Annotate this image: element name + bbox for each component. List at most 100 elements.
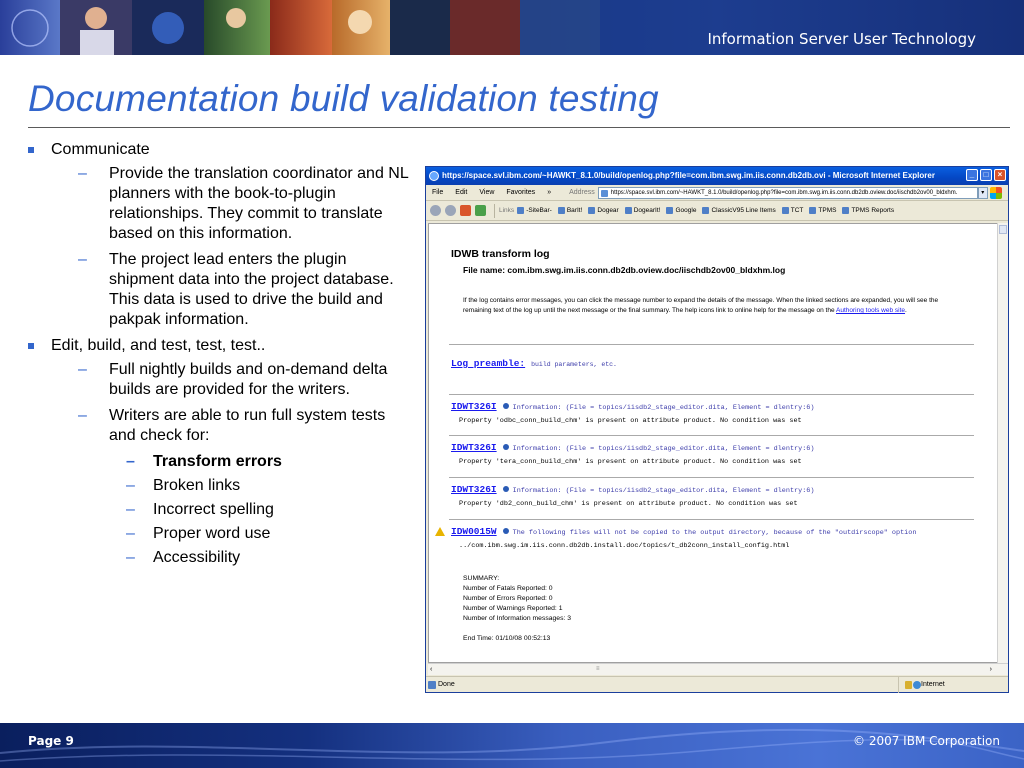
toolbar-separator [494,203,495,218]
message-head: Information: (File = topics/iisdb2_stage… [512,445,815,453]
page-number: Page 9 [28,734,74,748]
address-label: Address [569,188,595,196]
message-code-link[interactable]: IDWT326I [451,484,497,495]
slide-title: Documentation build validation testing [28,78,659,119]
link-tpms[interactable]: TPMS [809,201,836,220]
log-divider [449,344,974,345]
summary-line: Number of Information messages: 3 [463,615,572,622]
browser-toolbar: Links -SiteBar- BarIt! Dogear DogearIt! … [426,201,1008,221]
refresh-icon[interactable] [475,205,486,216]
banner-title: Information Server User Technology [707,30,976,48]
dash-marker: – [78,165,87,182]
sub-bullet-text: Provide the translation coordinator and … [109,165,409,242]
link-google[interactable]: Google [666,201,696,220]
log-preamble-link[interactable]: Log preamble: [451,358,525,369]
message-head: Information: (File = topics/iisdb2_stage… [512,487,815,495]
message-code-link[interactable]: IDWT326I [451,442,497,453]
browser-status-bar: Done Internet [426,676,1008,693]
vertical-scrollbar[interactable] [997,223,1008,663]
status-text: Done [438,681,455,688]
scroll-right-icon[interactable]: › [990,664,992,675]
scroll-grip-icon[interactable]: ≡ [596,664,600,675]
log-message: IDWT326I Information: (File = topics/iisd… [451,401,981,425]
summary-line: Number of Warnings Reported: 1 [463,605,563,612]
scroll-left-icon[interactable]: ‹ [430,664,432,675]
maximize-icon[interactable]: □ [980,169,992,181]
menu-view[interactable]: View [479,185,494,201]
minimize-icon[interactable]: _ [966,169,978,181]
menu-file[interactable]: File [432,185,443,201]
help-icon[interactable] [502,486,509,493]
forward-icon[interactable] [445,205,456,216]
sub-bullet: – Provide the translation coordinator and… [28,164,413,244]
security-zone: Internet [898,677,1008,693]
scroll-up-arrow[interactable] [999,225,1007,234]
page-done-icon [428,681,436,689]
log-divider [449,477,974,478]
message-body: Property 'odbc_conn_build_chm' is presen… [459,417,802,425]
dash-marker: – [78,251,87,268]
summary-line: SUMMARY: [463,575,500,582]
link-dogear[interactable]: Dogear [588,201,618,220]
link-tpms-reports[interactable]: TPMS Reports [842,201,894,220]
link-classic-line-items[interactable]: ClassicV95 Line Items [702,201,775,220]
log-divider [449,394,974,395]
log-divider [449,435,974,436]
bullet-edit-build-test: Edit, build, and test, test, test.. [28,336,413,356]
close-icon[interactable]: × [994,169,1006,181]
stop-icon[interactable] [460,205,471,216]
bullet-list: Communicate – Provide the translation coo… [28,140,413,572]
check-item: – Incorrect spelling [28,500,413,520]
log-intro-end: . [905,307,907,314]
message-body: Property 'db2_conn_build_chm' is present… [459,500,798,508]
log-message: IDWT326I Information: (File = topics/iisd… [451,442,981,466]
check-item-text: Proper word use [153,525,271,542]
browser-page-content: IDWB transform log File name: com.ibm.sw… [428,223,998,663]
menu-favorites[interactable]: Favorites [506,185,535,201]
check-item-text: Accessibility [153,549,241,566]
menu-more[interactable]: » [547,185,551,201]
message-code-link[interactable]: IDWT326I [451,401,497,412]
horizontal-scrollbar[interactable]: ‹ ≡ › [428,663,1008,675]
footer-bar: Page 9 © 2007 IBM Corporation [0,723,1024,768]
link-sitebar[interactable]: -SiteBar- [517,201,552,220]
title-divider [28,127,1010,128]
dash-marker: – [126,501,135,518]
log-heading: IDWB transform log [451,248,550,260]
help-icon[interactable] [502,403,509,410]
links-label: Links [499,206,515,214]
check-item: – Broken links [28,476,413,496]
dash-marker: – [78,407,87,424]
link-tct[interactable]: TCT [782,201,804,220]
message-body: ../com.ibm.swg.im.iis.conn.db2db.install… [459,542,790,550]
internet-explorer-icon [429,171,439,181]
message-head: The following files will not be copied t… [512,529,917,537]
check-item-text: Broken links [153,477,241,494]
lock-icon [905,681,912,689]
sub-bullet-text: Writers are able to run full system test… [109,407,386,444]
dash-marker: – [78,361,87,378]
link-barit[interactable]: BarIt! [558,201,583,220]
address-dropdown-icon[interactable]: ▾ [977,186,988,199]
help-icon[interactable] [502,528,509,535]
authoring-tools-link[interactable]: Authoring tools web site [836,307,905,314]
check-item-text: Incorrect spelling [153,501,274,518]
browser-title-bar: https://space.svl.ibm.com/~HAWKT_8.1.0/b… [426,167,1008,185]
dash-marker: – [126,549,135,566]
back-icon[interactable] [430,205,441,216]
address-bar: Address https://space.svl.ibm.com/~HAWKT… [569,185,988,201]
address-input[interactable]: https://space.svl.ibm.com/~HAWKT_8.1.0/b… [597,186,978,199]
check-item: – Transform errors [28,452,413,472]
sub-bullet-text: Full nightly builds and on-demand delta … [109,361,388,398]
dash-marker: – [126,453,135,470]
message-body: Property 'tera_conn_build_chm' is presen… [459,458,802,466]
check-item: – Accessibility [28,548,413,568]
log-warning-message: IDW0015W The following files will not be … [435,526,981,550]
help-icon[interactable] [502,444,509,451]
sub-bullet: – Writers are able to run full system tes… [28,406,413,446]
banner-photo-collage [0,0,700,55]
link-dogearit[interactable]: DogearIt! [625,201,661,220]
menu-edit[interactable]: Edit [455,185,467,201]
window-controls: _ □ × [966,169,1006,181]
message-code-link[interactable]: IDW0015W [451,526,497,537]
